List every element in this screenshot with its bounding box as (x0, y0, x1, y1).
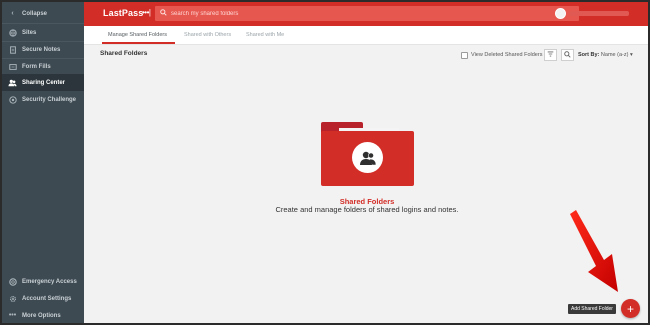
filter-icon (547, 51, 554, 59)
magnifier-icon (564, 50, 571, 60)
add-shared-folder-button[interactable]: + (621, 299, 640, 318)
lastpass-logo: LastPass (103, 8, 144, 18)
sidebar-item-more-options[interactable]: ••• More Options (2, 307, 84, 323)
sidebar-item-sharing-center[interactable]: Sharing Center (2, 74, 84, 91)
globe-icon (8, 28, 17, 37)
filter-button[interactable] (544, 49, 557, 61)
search-bar[interactable] (155, 6, 579, 21)
sort-value: Name (a-z) (600, 52, 629, 58)
sidebar-item-form-fills[interactable]: Form Fills (2, 58, 84, 75)
shield-icon (8, 95, 17, 104)
empty-state-description: Create and manage folders of shared logi… (275, 205, 459, 214)
people-icon (8, 78, 17, 87)
life-ring-icon (8, 277, 17, 286)
tab-shared-with-others[interactable]: Shared with Others (184, 32, 231, 38)
top-bar: LastPass •••| (84, 2, 648, 26)
view-deleted-checkbox[interactable] (461, 52, 468, 59)
app-window: ‹ Collapse Sites Secure Notes Form Fills (0, 0, 650, 325)
add-shared-folder-tooltip: Add Shared Folder (568, 304, 616, 314)
search-input[interactable] (171, 10, 551, 17)
avatar[interactable] (555, 8, 566, 19)
sidebar-item-label: Emergency Access (22, 278, 77, 285)
sidebar-item-label: Form Fills (22, 63, 51, 70)
chevron-down-icon: ▾ (629, 52, 633, 58)
sidebar-item-label: Sites (22, 29, 37, 36)
form-icon (8, 62, 17, 71)
note-icon (8, 45, 17, 54)
sidebar-item-label: Collapse (22, 10, 48, 17)
page-title: Shared Folders (100, 50, 148, 57)
people-icon (352, 142, 383, 173)
sidebar-item-secure-notes[interactable]: Secure Notes (2, 41, 84, 58)
sort-label: Sort By: (578, 52, 600, 58)
annotation-arrow-icon (570, 210, 618, 292)
search-icon (160, 9, 167, 18)
tab-shared-with-me[interactable]: Shared with Me (246, 32, 284, 38)
sidebar-item-label: Sharing Center (22, 79, 66, 86)
shared-folder-illustration (321, 122, 414, 186)
search-toggle-button[interactable] (561, 49, 574, 61)
chevron-left-icon: ‹ (11, 10, 14, 17)
view-deleted-label[interactable]: View Deleted Shared Folders (471, 52, 542, 58)
user-name-redacted[interactable] (569, 11, 629, 16)
sort-dropdown[interactable]: Sort By: Name (a-z) ▾ (578, 52, 633, 58)
gear-icon (8, 294, 17, 303)
sidebar-item-security-challenge[interactable]: Security Challenge (2, 91, 84, 108)
lastpass-logo-dots: •••| (142, 8, 151, 17)
plus-icon: + (626, 301, 634, 316)
ellipsis-icon: ••• (8, 312, 17, 319)
sidebar-item-collapse[interactable]: ‹ Collapse (2, 5, 84, 22)
sidebar-item-label: Secure Notes (22, 46, 61, 53)
sidebar-item-emergency-access[interactable]: Emergency Access (2, 273, 84, 290)
sidebar-item-account-settings[interactable]: Account Settings (2, 290, 84, 307)
sidebar-item-sites[interactable]: Sites (2, 24, 84, 41)
sidebar-item-label: Account Settings (22, 295, 72, 302)
tab-bar: Manage Shared Folders Shared with Others… (84, 26, 648, 45)
sidebar-item-label: More Options (22, 312, 61, 319)
sidebar: ‹ Collapse Sites Secure Notes Form Fills (2, 2, 84, 323)
sidebar-item-label: Security Challenge (22, 96, 77, 103)
tab-manage-shared-folders[interactable]: Manage Shared Folders (108, 32, 167, 38)
active-tab-indicator (102, 42, 175, 44)
